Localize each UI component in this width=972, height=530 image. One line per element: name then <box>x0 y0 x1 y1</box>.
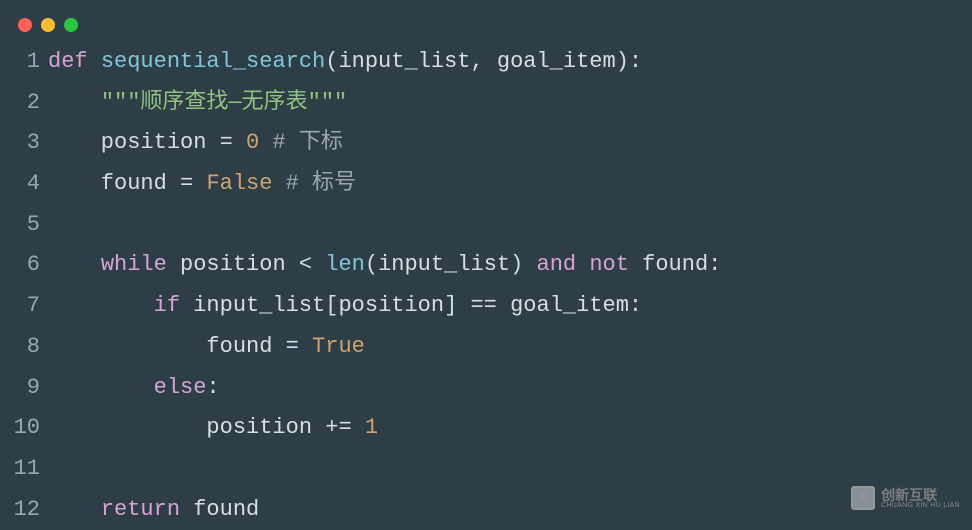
close-icon[interactable] <box>18 18 32 32</box>
code-line[interactable]: 8 found = True <box>0 327 972 368</box>
line-number: 12 <box>0 490 48 530</box>
token-txt <box>259 130 272 155</box>
line-number: 4 <box>0 164 48 205</box>
line-number: 2 <box>0 83 48 124</box>
token-txt <box>48 252 101 277</box>
line-number: 5 <box>0 205 48 246</box>
zoom-icon[interactable] <box>64 18 78 32</box>
line-number: 8 <box>0 327 48 368</box>
watermark-text: 创新互联 CHUANG XIN HU LIAN <box>881 488 960 509</box>
watermark-cn: 创新互联 <box>881 488 960 502</box>
token-txt: (input_list, goal_item): <box>325 49 642 74</box>
watermark-en: CHUANG XIN HU LIAN <box>881 502 960 509</box>
watermark: X 创新互联 CHUANG XIN HU LIAN <box>851 486 960 510</box>
token-txt: found: <box>629 252 721 277</box>
line-content[interactable]: return found <box>48 490 972 530</box>
code-line[interactable]: 9 else: <box>0 368 972 409</box>
watermark-logo-letter: X <box>858 483 868 513</box>
line-content[interactable]: position = 0 # 下标 <box>48 123 972 164</box>
token-txt <box>88 49 101 74</box>
line-number: 3 <box>0 123 48 164</box>
token-txt: found = <box>48 334 312 359</box>
token-str: """顺序查找—无序表""" <box>101 90 347 115</box>
token-txt <box>48 90 101 115</box>
token-txt: found <box>180 497 259 522</box>
code-line[interactable]: 6 while position < len(input_list) and n… <box>0 245 972 286</box>
window-controls <box>0 0 972 42</box>
token-txt <box>272 171 285 196</box>
token-bool: False <box>206 171 272 196</box>
token-bool: True <box>312 334 365 359</box>
token-kw: not <box>589 252 629 277</box>
token-kw: if <box>154 293 180 318</box>
line-content[interactable]: def sequential_search(input_list, goal_i… <box>48 42 972 83</box>
token-fn: sequential_search <box>101 49 325 74</box>
line-number: 7 <box>0 286 48 327</box>
token-cmt: # 下标 <box>272 130 342 155</box>
token-txt: (input_list) <box>365 252 537 277</box>
line-content[interactable] <box>48 449 972 490</box>
line-content[interactable]: found = False # 标号 <box>48 164 972 205</box>
token-kw: return <box>101 497 180 522</box>
code-editor[interactable]: 1def sequential_search(input_list, goal_… <box>0 42 972 530</box>
line-content[interactable]: found = True <box>48 327 972 368</box>
line-content[interactable]: else: <box>48 368 972 409</box>
token-txt: found = <box>48 171 206 196</box>
code-line[interactable]: 12 return found <box>0 490 972 530</box>
token-cmt: # 标号 <box>286 171 356 196</box>
line-content[interactable]: if input_list[position] == goal_item: <box>48 286 972 327</box>
line-content[interactable]: """顺序查找—无序表""" <box>48 83 972 124</box>
watermark-logo-icon: X <box>851 486 875 510</box>
token-kw: def <box>48 49 88 74</box>
token-txt <box>48 497 101 522</box>
token-txt: : <box>206 375 219 400</box>
line-number: 10 <box>0 408 48 449</box>
token-builtin: len <box>325 252 365 277</box>
line-number: 6 <box>0 245 48 286</box>
code-line[interactable]: 7 if input_list[position] == goal_item: <box>0 286 972 327</box>
line-number: 9 <box>0 368 48 409</box>
code-line[interactable]: 1def sequential_search(input_list, goal_… <box>0 42 972 83</box>
token-kw: while <box>101 252 167 277</box>
line-content[interactable] <box>48 205 972 246</box>
code-line[interactable]: 2 """顺序查找—无序表""" <box>0 83 972 124</box>
minimize-icon[interactable] <box>41 18 55 32</box>
token-txt: position += <box>48 415 365 440</box>
code-line[interactable]: 5 <box>0 205 972 246</box>
token-txt: position < <box>167 252 325 277</box>
token-kw: else <box>154 375 207 400</box>
line-content[interactable]: while position < len(input_list) and not… <box>48 245 972 286</box>
token-num: 1 <box>365 415 378 440</box>
line-content[interactable]: position += 1 <box>48 408 972 449</box>
token-txt <box>48 375 154 400</box>
code-line[interactable]: 3 position = 0 # 下标 <box>0 123 972 164</box>
line-number: 1 <box>0 42 48 83</box>
token-txt: position = <box>48 130 246 155</box>
token-txt <box>576 252 589 277</box>
token-kw: and <box>537 252 577 277</box>
token-txt <box>48 293 154 318</box>
code-line[interactable]: 11 <box>0 449 972 490</box>
code-line[interactable]: 4 found = False # 标号 <box>0 164 972 205</box>
line-number: 11 <box>0 449 48 490</box>
token-num: 0 <box>246 130 259 155</box>
code-line[interactable]: 10 position += 1 <box>0 408 972 449</box>
token-txt: input_list[position] == goal_item: <box>180 293 642 318</box>
